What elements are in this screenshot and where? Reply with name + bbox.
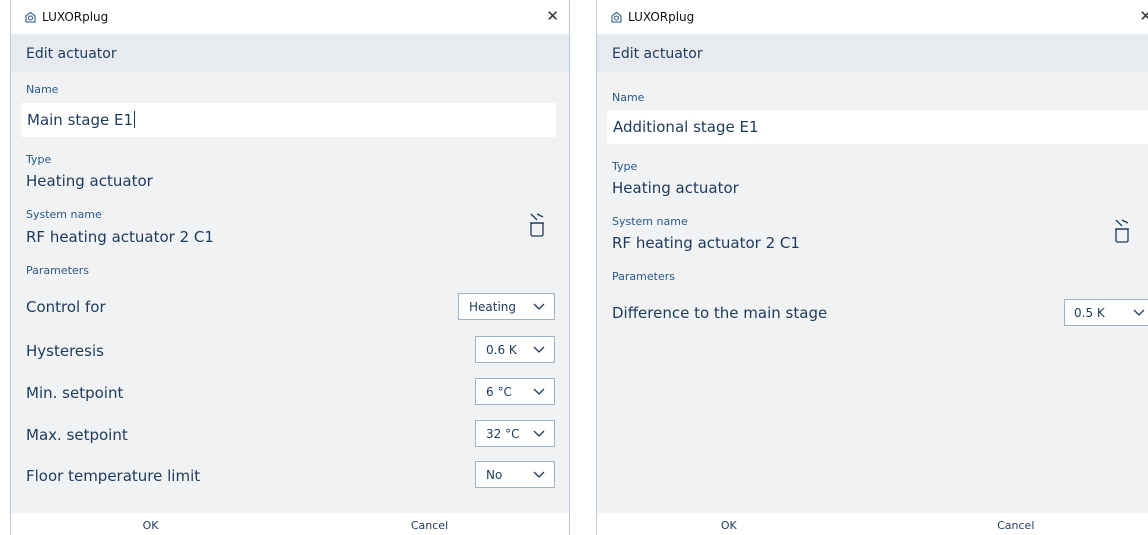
- dropdown-value: 0.5 K: [1074, 306, 1105, 320]
- name-input[interactable]: Additional stage E1: [607, 110, 1148, 144]
- param-label-hysteresis: Hysteresis: [26, 342, 104, 360]
- close-icon[interactable]: ✕: [1139, 7, 1148, 25]
- chevron-down-icon: [533, 430, 545, 437]
- chevron-down-icon: [1133, 309, 1145, 316]
- dropdown-value: Heating: [469, 300, 517, 314]
- dropdown-min-setpoint[interactable]: 6 °C: [475, 378, 555, 405]
- dropdown-floor-temperature-limit[interactable]: No: [475, 461, 555, 488]
- dialog-window-left: LUXORplug ✕ Edit actuator Name Main stag…: [10, 0, 570, 535]
- ok-button[interactable]: OK: [591, 519, 867, 532]
- dropdown-control-for[interactable]: Heating: [458, 293, 555, 320]
- dialog-window-right: LUXORplug ✕ Edit actuator Name Additiona…: [596, 0, 1148, 535]
- system-name-label: System name: [612, 215, 688, 228]
- type-label: Type: [612, 160, 638, 173]
- dropdown-value: 6 °C: [486, 385, 512, 399]
- parameters-label: Parameters: [26, 264, 89, 277]
- param-label-control-for: Control for: [26, 298, 106, 316]
- chevron-down-icon: [533, 471, 545, 478]
- chevron-down-icon: [533, 388, 545, 395]
- title-bar: LUXORplug ✕: [597, 0, 1148, 34]
- name-label: Name: [26, 83, 59, 96]
- dropdown-value: 32 °C: [486, 427, 520, 441]
- app-icon: [25, 11, 36, 23]
- type-label: Type: [26, 153, 52, 166]
- type-value: Heating actuator: [26, 172, 153, 190]
- dropdown-hysteresis[interactable]: 0.6 K: [475, 336, 555, 363]
- param-label-floor-temperature-limit: Floor temperature limit: [26, 467, 201, 485]
- cancel-button[interactable]: Cancel: [878, 519, 1148, 532]
- name-input-value: Additional stage E1: [613, 118, 759, 136]
- dialog-content: Name Additional stage E1 Type Heating ac…: [597, 72, 1148, 513]
- param-label-max-setpoint: Max. setpoint: [26, 426, 128, 444]
- type-value: Heating actuator: [612, 179, 739, 197]
- dialog-footer: OK Cancel: [11, 513, 569, 535]
- dropdown-value: 0.6 K: [486, 343, 517, 357]
- delete-icon[interactable]: [528, 212, 546, 238]
- chevron-down-icon: [533, 346, 545, 353]
- dropdown-max-setpoint[interactable]: 32 °C: [475, 420, 555, 447]
- parameters-label: Parameters: [612, 270, 675, 283]
- text-caret: [134, 111, 136, 128]
- name-label: Name: [612, 91, 645, 104]
- close-icon[interactable]: ✕: [546, 7, 559, 25]
- delete-icon[interactable]: [1113, 218, 1131, 244]
- ok-button[interactable]: OK: [11, 519, 290, 532]
- dialog-header: Edit actuator: [11, 34, 569, 72]
- system-name-value: RF heating actuator 2 C1: [612, 234, 800, 252]
- name-input-value: Main stage E1: [27, 111, 134, 129]
- dialog-header-title: Edit actuator: [612, 46, 703, 62]
- dialog-header-title: Edit actuator: [26, 46, 117, 62]
- window-title: LUXORplug: [628, 10, 695, 24]
- cancel-button[interactable]: Cancel: [290, 519, 569, 532]
- window-title: LUXORplug: [42, 10, 109, 24]
- dialog-content: Name Main stage E1 Type Heating actuator…: [11, 72, 569, 513]
- param-label-min-setpoint: Min. setpoint: [26, 384, 124, 402]
- title-bar: LUXORplug ✕: [11, 0, 569, 34]
- dialog-footer: OK Cancel: [597, 513, 1148, 535]
- dialog-header: Edit actuator: [597, 34, 1148, 72]
- system-name-value: RF heating actuator 2 C1: [26, 228, 214, 246]
- param-label-difference-to-main-stage: Difference to the main stage: [612, 304, 828, 322]
- name-input[interactable]: Main stage E1: [21, 103, 556, 137]
- chevron-down-icon: [533, 303, 545, 310]
- system-name-label: System name: [26, 208, 102, 221]
- app-icon: [611, 11, 622, 23]
- dropdown-value: No: [486, 468, 503, 482]
- dropdown-difference-to-main-stage[interactable]: 0.5 K: [1064, 299, 1148, 326]
